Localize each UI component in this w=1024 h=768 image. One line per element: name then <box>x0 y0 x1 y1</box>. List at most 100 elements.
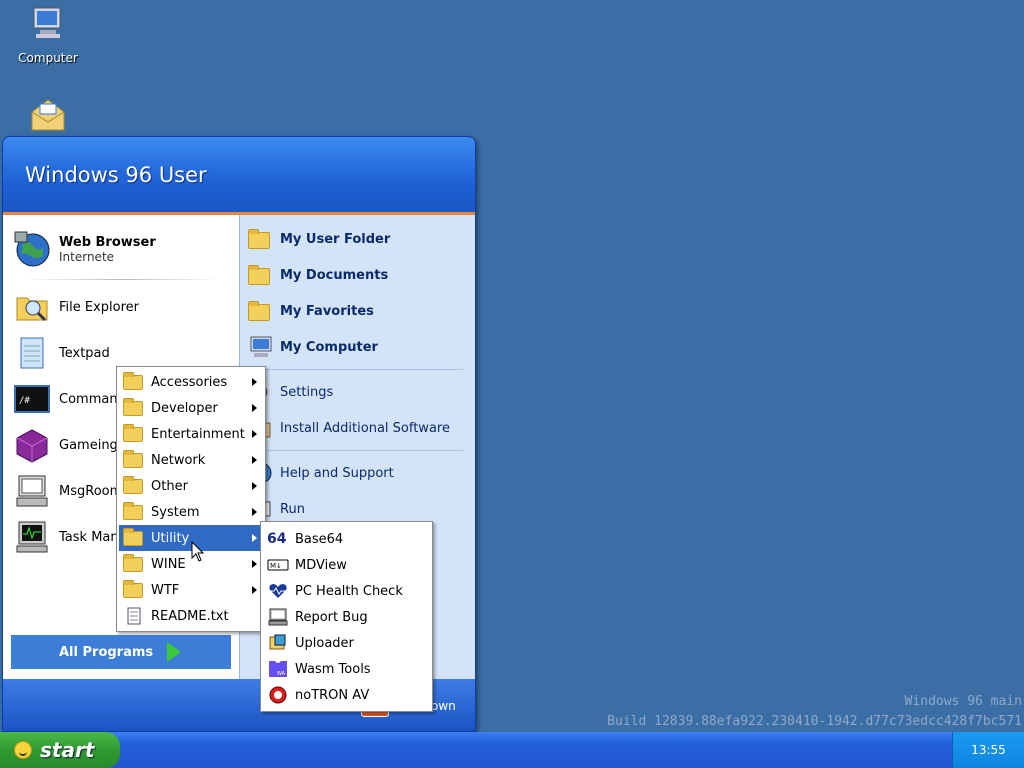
folder-icon <box>123 398 145 417</box>
item-label: Settings <box>280 384 334 400</box>
svg-text:/#: /# <box>19 396 30 406</box>
folder-icon <box>123 528 145 547</box>
menu-item-other[interactable]: Other <box>119 473 263 499</box>
submenu-arrow-icon <box>252 534 257 542</box>
item-label: My User Folder <box>280 231 391 247</box>
all-programs-button[interactable]: All Programs <box>11 635 231 669</box>
report-bug-icon <box>268 608 288 626</box>
menu-item-label: Base64 <box>295 531 344 547</box>
menu-item-label: PC Health Check <box>295 583 403 599</box>
desktop-icon-mail[interactable] <box>8 94 88 141</box>
menu-item-notron-av[interactable]: noTRON AV <box>263 682 430 708</box>
submenu-arrow-icon <box>252 456 257 464</box>
globe-icon <box>14 231 50 267</box>
start-label: start <box>40 738 95 762</box>
terminal-icon: /# <box>14 385 50 413</box>
menu-item-report-bug[interactable]: Report Bug <box>263 604 430 630</box>
svg-text:WA: WA <box>277 671 286 677</box>
notepad-icon <box>20 337 44 369</box>
markdown-icon: M↓ <box>267 559 289 571</box>
right-item-my-user-folder[interactable]: My User Folder <box>248 221 475 257</box>
menu-item-label: Developer <box>151 400 218 416</box>
start-button[interactable]: start <box>0 732 120 768</box>
menu-item-label: README.txt <box>151 608 229 624</box>
msgroom-icon <box>16 475 48 507</box>
menu-item-label: WTF <box>151 582 180 598</box>
user-name: Windows 96 User <box>25 162 207 187</box>
item-label: Help and Support <box>280 465 394 481</box>
pinned-subtitle: Internete <box>59 249 115 264</box>
folder-icon <box>123 450 145 469</box>
menu-item-wtf[interactable]: WTF <box>119 577 263 603</box>
pinned-web-browser[interactable]: Web Browser Internete <box>9 223 233 275</box>
mouse-cursor-icon <box>191 541 205 562</box>
start-menu-header: Windows 96 User <box>3 137 475 215</box>
folder-icon <box>123 424 145 443</box>
taskbar: start 13:55 <box>0 732 1024 768</box>
menu-item-system[interactable]: System <box>119 499 263 525</box>
menu-item-label: Wasm Tools <box>295 661 371 677</box>
desktop-icon-computer[interactable]: Computer <box>8 4 88 65</box>
folder-icon <box>123 554 145 573</box>
menu-item-label: Utility <box>151 530 190 546</box>
menu-item-readme[interactable]: README.txt <box>119 603 263 629</box>
arrow-right-icon <box>167 642 182 662</box>
computer-icon <box>250 336 272 357</box>
menu-item-wasm-tools[interactable]: WA Wasm Tools <box>263 656 430 682</box>
right-item-help[interactable]: ? Help and Support <box>248 455 475 491</box>
menu-item-label: WINE <box>151 556 186 572</box>
menu-item-label: Network <box>151 452 206 468</box>
menu-item-developer[interactable]: Developer <box>119 395 263 421</box>
desktop-icon-label: Computer <box>18 51 78 65</box>
item-label: Gameing <box>59 437 118 453</box>
submenu-arrow-icon <box>252 586 257 594</box>
build-line-2: Build 12839.88efa922.230410-1942.d77c73e… <box>607 714 1022 729</box>
menu-item-label: Accessories <box>151 374 228 390</box>
menu-item-entertainment[interactable]: Entertainment <box>119 421 263 447</box>
submenu-arrow-icon <box>252 560 257 568</box>
menu-item-label: Uploader <box>295 635 354 651</box>
folder-icon <box>123 476 145 495</box>
build-info: Windows 96 main Build 12839.88efa922.230… <box>607 692 1022 732</box>
documents-folder-icon <box>248 262 274 288</box>
menu-item-mdview[interactable]: M↓ MDView <box>263 552 430 578</box>
svg-text:M↓: M↓ <box>270 562 282 570</box>
right-item-my-documents[interactable]: My Documents <box>248 257 475 293</box>
submenu-arrow-icon <box>252 508 257 516</box>
item-label: My Favorites <box>280 303 374 319</box>
clock[interactable]: 13:55 <box>971 743 1006 757</box>
mail-icon <box>31 99 65 131</box>
right-item-my-computer[interactable]: My Computer <box>248 329 475 365</box>
menu-item-label: Other <box>151 478 188 494</box>
submenu-arrow-icon <box>252 482 257 490</box>
build-line-1: Windows 96 main <box>904 694 1022 709</box>
folder-icon <box>248 226 274 252</box>
item-label: My Computer <box>280 339 378 355</box>
menu-item-label: Entertainment <box>151 426 245 442</box>
item-label: File Explorer <box>59 299 140 315</box>
start-logo-icon <box>14 741 32 759</box>
folder-icon <box>123 580 145 599</box>
computer-icon <box>33 7 61 38</box>
base64-icon: 64 <box>267 531 287 547</box>
start-item-file-explorer[interactable]: File Explorer <box>9 284 233 330</box>
menu-item-uploader[interactable]: Uploader <box>263 630 430 656</box>
separator <box>21 279 221 280</box>
menu-item-base64[interactable]: 64 Base64 <box>263 526 430 552</box>
item-label: My Documents <box>280 267 389 283</box>
right-item-install-software[interactable]: Install Additional Software <box>248 410 475 446</box>
system-tray: 13:55 <box>952 732 1024 768</box>
submenu-arrow-icon <box>252 430 257 438</box>
right-item-settings[interactable]: Settings <box>248 374 475 410</box>
item-label: Textpad <box>59 345 110 361</box>
submenu-arrow-icon <box>252 404 257 412</box>
item-label: Run <box>280 501 305 517</box>
text-file-icon <box>127 607 141 625</box>
right-item-my-favorites[interactable]: My Favorites <box>248 293 475 329</box>
menu-item-pc-health-check[interactable]: PC Health Check <box>263 578 430 604</box>
menu-item-label: MDView <box>295 557 347 573</box>
menu-item-accessories[interactable]: Accessories <box>119 369 263 395</box>
file-explorer-icon <box>16 297 48 322</box>
menu-item-network[interactable]: Network <box>119 447 263 473</box>
favorites-folder-icon <box>248 298 274 324</box>
